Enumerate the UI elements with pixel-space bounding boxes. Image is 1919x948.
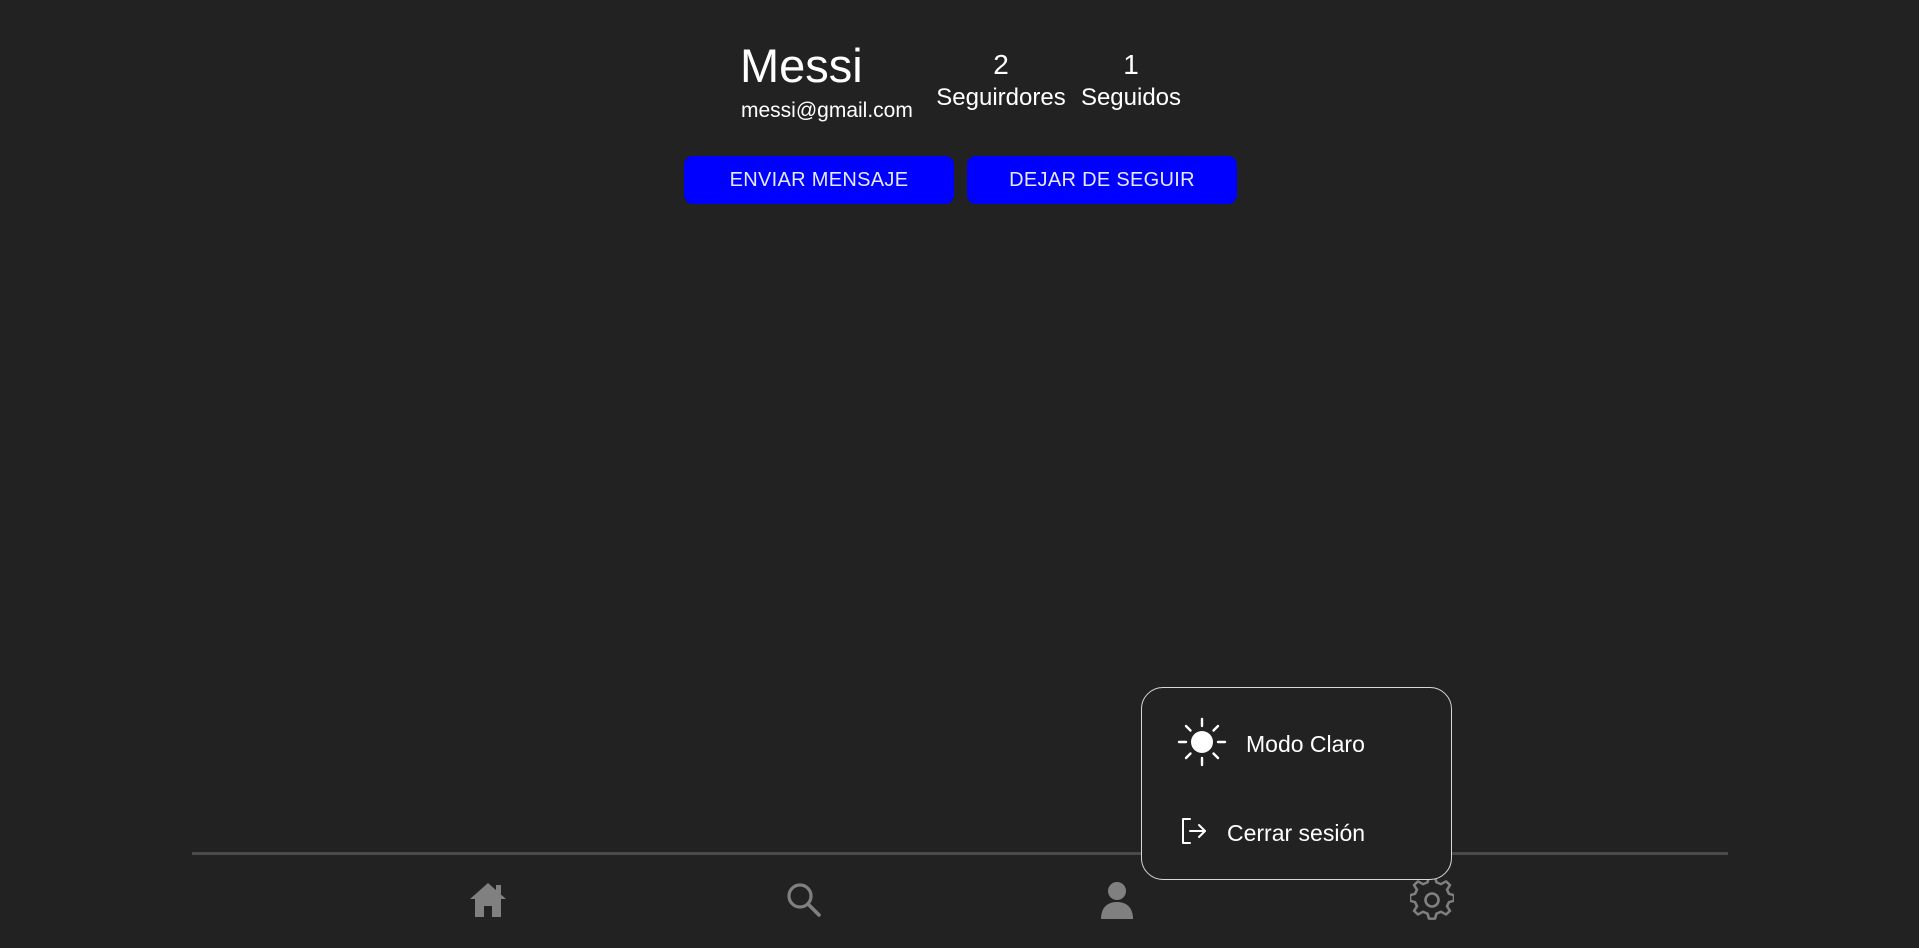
light-mode-label: Modo Claro [1246,731,1365,757]
profile-email: messi@gmail.com [741,99,913,122]
profile-page: Messi messi@gmail.com 2 Seguirdores 1 Se… [0,0,1919,948]
search-icon [785,881,823,924]
nav-home[interactable] [466,880,510,924]
settings-menu: Modo Claro Cerrar sesión [1141,687,1452,880]
logout-item[interactable]: Cerrar sesión [1179,816,1365,850]
following-count: 1 [1123,49,1139,80]
user-icon [1099,880,1135,925]
light-mode-toggle[interactable]: Modo Claro [1176,716,1365,773]
sun-icon [1176,716,1228,773]
nav-profile[interactable] [1095,880,1139,924]
followers-label: Seguirdores [936,84,1066,111]
unfollow-button[interactable]: DEJAR DE SEGUIR [967,156,1237,204]
gear-icon [1408,875,1456,927]
logout-icon [1179,816,1209,851]
nav-settings[interactable] [1408,875,1456,927]
followers-stat[interactable]: 2 Seguirdores [936,48,1066,114]
logout-label: Cerrar sesión [1227,820,1366,846]
nav-search[interactable] [782,880,826,924]
followers-count: 2 [993,49,1009,80]
home-icon [468,881,508,924]
bottom-nav-divider [192,852,1728,855]
profile-name: Messi [740,39,863,92]
following-stat[interactable]: 1 Seguidos [1080,48,1182,114]
send-message-button[interactable]: ENVIAR MENSAJE [684,156,954,204]
following-label: Seguidos [1080,84,1182,111]
